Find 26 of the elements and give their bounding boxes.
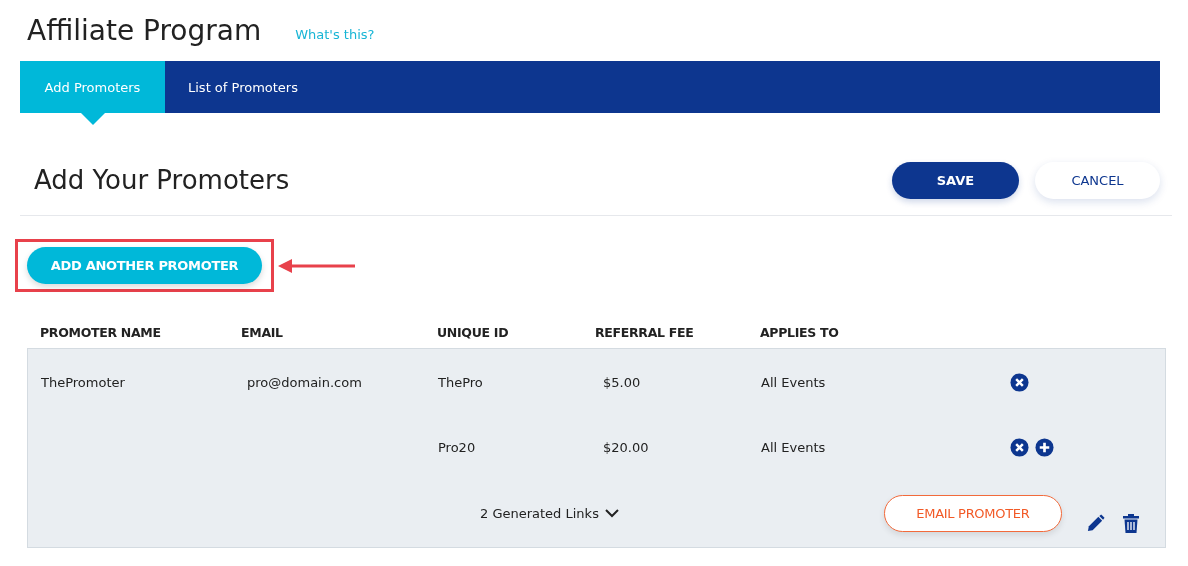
tab[interactable]: List of Promoters <box>165 61 321 113</box>
pencil-icon[interactable] <box>1085 513 1105 533</box>
table-cell: All Events <box>761 374 826 390</box>
table-cell: ThePromoter <box>41 374 125 390</box>
remove-icon[interactable] <box>1010 372 1029 392</box>
column-header: REFERRAL FEE <box>594 325 695 340</box>
links-toggle[interactable]: 2 Generated Links <box>480 505 619 521</box>
table-cell: $20.00 <box>603 439 649 455</box>
page-title: Affiliate Program <box>27 14 262 47</box>
column-header: UNIQUE ID <box>436 325 510 340</box>
column-header: APPLIES TO <box>759 325 840 340</box>
table-cell: pro@domain.com <box>247 374 362 390</box>
table-cell: $5.00 <box>603 374 641 390</box>
table-cell: Pro20 <box>438 439 476 455</box>
section-title: Add Your Promoters <box>34 165 290 195</box>
table-cell: ThePro <box>438 374 483 390</box>
trash-icon[interactable] <box>1122 513 1139 533</box>
cancel-button[interactable]: CANCEL <box>1035 161 1160 199</box>
column-header: EMAIL <box>240 325 284 340</box>
chevron-down-icon <box>604 508 619 518</box>
table-cell: All Events <box>761 439 826 455</box>
save-button[interactable]: SAVE <box>892 161 1019 199</box>
add-icon[interactable] <box>1035 437 1054 457</box>
column-header: PROMOTER NAME <box>39 325 162 340</box>
remove-icon[interactable] <box>1010 437 1029 457</box>
tab-pointer <box>80 113 105 125</box>
